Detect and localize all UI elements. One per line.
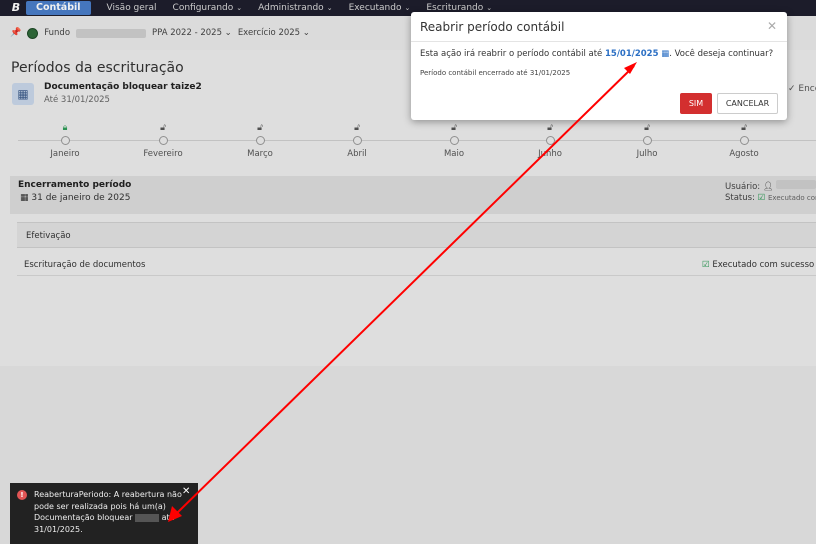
message-before: Esta ação irá reabrir o período contábil… [420, 49, 603, 59]
toast-text-main: ReaberturaPeriodo: A reabertura não pode… [34, 490, 182, 522]
close-icon[interactable]: ✕ [767, 19, 777, 33]
confirm-button[interactable]: SIM [680, 93, 712, 114]
redacted-text [135, 513, 160, 522]
error-icon: ! [17, 490, 27, 500]
dialog-message: Esta ação irá reabrir o período contábil… [420, 49, 773, 59]
message-after: . Você deseja continuar? [669, 49, 774, 59]
toast-message: ReaberturaPeriodo: A reabertura não pode… [34, 489, 184, 535]
cancel-button[interactable]: CANCELAR [717, 93, 778, 114]
error-toast: ! ✕ ReaberturaPeriodo: A reabertura não … [10, 483, 198, 544]
reopen-date[interactable]: 15/01/2025 [605, 49, 659, 59]
dialog-header: Reabrir período contábil ✕ [411, 12, 787, 42]
dialog-title: Reabrir período contábil [420, 20, 565, 34]
dialog-subtext: Período contábil encerrado até 31/01/202… [420, 69, 571, 77]
reopen-period-dialog: Reabrir período contábil ✕ Esta ação irá… [411, 12, 787, 120]
